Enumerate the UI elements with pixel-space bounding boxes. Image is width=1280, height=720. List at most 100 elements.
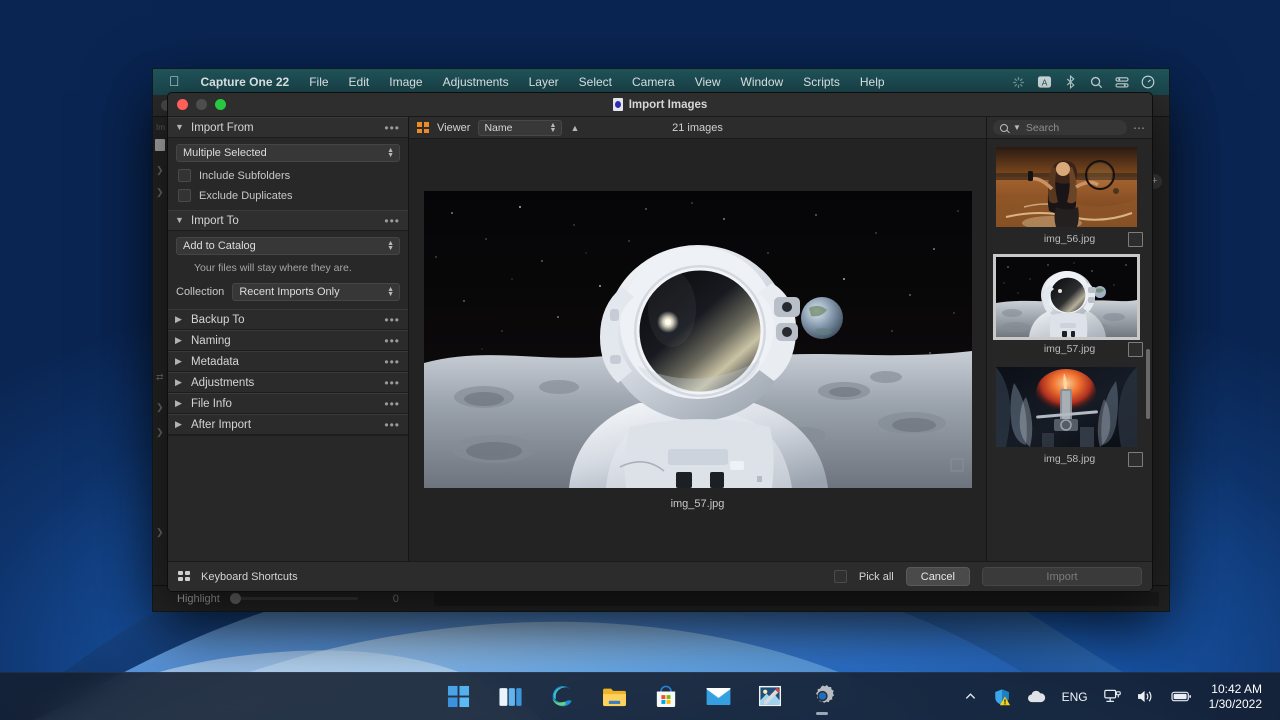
network-icon[interactable]	[1097, 677, 1128, 717]
thumbnail-pick-checkbox[interactable]	[1128, 451, 1143, 467]
rail-chevron-down-icon[interactable]: ❯	[156, 187, 164, 198]
sort-select[interactable]: Name ▲ ▼	[478, 119, 563, 136]
keyboard-shortcuts-label[interactable]: Keyboard Shortcuts	[201, 571, 298, 583]
thumbnail-scrollbar[interactable]	[1146, 349, 1150, 419]
browser-search-bar[interactable]: ▼ Search ⋯	[987, 117, 1152, 139]
chevron-right-icon-metadata[interactable]: ▶	[175, 357, 184, 366]
section-menu-file-info[interactable]: •••	[384, 398, 400, 410]
highlight-slider[interactable]	[229, 593, 358, 604]
list-item[interactable]: img_56.jpg	[996, 147, 1143, 247]
rail-chevron-down-icon-2[interactable]: ❯	[156, 427, 164, 438]
section-header-adjustments[interactable]: ▶ Adjustments •••	[168, 372, 408, 393]
chevron-right-icon-naming[interactable]: ▶	[175, 336, 184, 345]
thumbnail-list[interactable]: img_56.jpg img_57.jpg img_58.jpg	[987, 139, 1152, 561]
include-subfolders-checkbox[interactable]	[178, 169, 191, 182]
rail-chevron-right-icon[interactable]: ❯	[156, 165, 164, 176]
dialog-titlebar[interactable]: Import Images	[168, 93, 1152, 117]
windows-taskbar[interactable]: ENG 10:42 AM 1/30/2022	[0, 672, 1280, 720]
list-item[interactable]: img_57.jpg	[993, 254, 1143, 357]
chevron-right-icon-backup[interactable]: ▶	[175, 315, 184, 324]
bluetooth-icon[interactable]	[1059, 72, 1081, 92]
section-header-metadata[interactable]: ▶ Metadata •••	[168, 351, 408, 372]
chevron-up-icon[interactable]	[957, 677, 984, 717]
settings-button[interactable]	[801, 677, 843, 717]
section-header-import-to[interactable]: ▼ Import To •••	[168, 210, 408, 231]
search-input[interactable]: Search	[1026, 122, 1059, 134]
section-menu-backup-to[interactable]: •••	[384, 314, 400, 326]
highlight-slider-value[interactable]: 0	[368, 593, 424, 605]
control-center-icon[interactable]	[1111, 72, 1133, 92]
viewer-toolbar[interactable]: Viewer Name ▲ ▼ ▲ 21 images	[409, 117, 986, 139]
chevron-right-icon-adjustments[interactable]: ▶	[175, 378, 184, 387]
chevron-right-icon-after-import[interactable]: ▶	[175, 420, 184, 429]
search-icon[interactable]	[1085, 72, 1107, 92]
keyboard-input-icon[interactable]: A	[1033, 72, 1055, 92]
include-subfolders-row[interactable]: Include Subfolders	[176, 169, 400, 182]
dialog-window-controls[interactable]	[177, 99, 226, 110]
section-menu-metadata[interactable]: •••	[384, 356, 400, 368]
collection-select[interactable]: Recent Imports Only ▲ ▼	[232, 283, 400, 301]
start-button[interactable]	[437, 677, 479, 717]
photos-button[interactable]	[749, 677, 791, 717]
section-header-import-from[interactable]: ▼ Import From •••	[168, 117, 408, 138]
rail-resize-icon[interactable]: ⇄	[156, 372, 164, 383]
rail-chevron-down-icon-3[interactable]: ❯	[156, 527, 164, 538]
chevron-updown-icon[interactable]: ▲ ▼	[387, 147, 394, 159]
file-explorer-button[interactable]	[593, 677, 635, 717]
exclude-duplicates-row[interactable]: Exclude Duplicates	[176, 189, 400, 202]
dialog-minimize-button[interactable]	[196, 99, 207, 110]
thumbnail-image-img-56[interactable]	[996, 147, 1137, 227]
sort-ascending-icon[interactable]: ▲	[570, 123, 579, 133]
speaker-icon[interactable]	[1130, 677, 1162, 717]
section-header-backup-to[interactable]: ▶ Backup To •••	[168, 309, 408, 330]
browser-menu-button[interactable]: ⋯	[1133, 122, 1146, 134]
section-menu-adjustments[interactable]: •••	[384, 377, 400, 389]
chevron-down-icon[interactable]: ▼	[175, 123, 184, 132]
section-menu-after-import[interactable]: •••	[384, 419, 400, 431]
language-indicator[interactable]: ENG	[1055, 677, 1095, 717]
keyboard-shortcuts-icon[interactable]	[178, 571, 191, 582]
section-header-file-info[interactable]: ▶ File Info •••	[168, 393, 408, 414]
list-item[interactable]: img_58.jpg	[996, 367, 1143, 467]
mail-button[interactable]	[697, 677, 739, 717]
chevron-updown-icon-3[interactable]: ▲ ▼	[387, 286, 394, 298]
clock-icon[interactable]	[1137, 72, 1159, 92]
battery-icon[interactable]	[1164, 677, 1199, 717]
search-input-wrapper[interactable]: ▼ Search	[993, 120, 1127, 135]
clock-and-date[interactable]: 10:42 AM 1/30/2022	[1201, 677, 1272, 717]
microsoft-store-button[interactable]	[645, 677, 687, 717]
pick-all-label[interactable]: Pick all	[859, 571, 894, 583]
rail-chevron-right-icon-2[interactable]: ❯	[156, 402, 164, 413]
spinner-icon[interactable]	[1007, 72, 1029, 92]
section-menu-naming[interactable]: •••	[384, 335, 400, 347]
viewer-area[interactable]: img_57.jpg	[409, 139, 986, 561]
section-menu-import-from[interactable]: •••	[384, 122, 400, 134]
rail-document-icon[interactable]	[155, 139, 165, 151]
viewer-layout-icon[interactable]	[417, 122, 429, 133]
dialog-zoom-button[interactable]	[215, 99, 226, 110]
pick-all-checkbox[interactable]	[833, 570, 847, 583]
highlight-slider-knob[interactable]	[229, 593, 241, 604]
chevron-updown-icon-sort[interactable]: ▲ ▼	[550, 122, 557, 134]
chevron-right-icon-file-info[interactable]: ▶	[175, 399, 184, 408]
section-header-after-import[interactable]: ▶ After Import •••	[168, 414, 408, 435]
apple-logo-icon[interactable]: 	[163, 74, 191, 90]
thumbnail-pick-checkbox[interactable]	[1128, 341, 1143, 357]
microsoft-edge-button[interactable]	[541, 677, 583, 717]
section-menu-import-to[interactable]: •••	[384, 215, 400, 227]
task-view-button[interactable]	[489, 677, 531, 717]
thumbnail-image-img-58[interactable]	[996, 367, 1137, 447]
search-icon-small[interactable]	[1000, 123, 1008, 132]
chevron-down-icon-search[interactable]: ▼	[1013, 123, 1021, 132]
onedrive-cloud-icon[interactable]	[1020, 677, 1053, 717]
cancel-button[interactable]: Cancel	[905, 567, 970, 586]
chevron-down-icon-2[interactable]: ▼	[175, 216, 184, 225]
import-button[interactable]: Import	[982, 567, 1142, 586]
section-header-naming[interactable]: ▶ Naming •••	[168, 330, 408, 351]
thumbnail-pick-checkbox[interactable]	[1128, 231, 1143, 247]
exclude-duplicates-checkbox[interactable]	[178, 189, 191, 202]
import-source-select[interactable]: Multiple Selected ▲ ▼	[176, 144, 400, 162]
chevron-updown-icon-2[interactable]: ▲ ▼	[387, 240, 394, 252]
windows-security-warning-icon[interactable]	[986, 677, 1018, 717]
import-destination-select[interactable]: Add to Catalog ▲ ▼	[176, 237, 400, 255]
